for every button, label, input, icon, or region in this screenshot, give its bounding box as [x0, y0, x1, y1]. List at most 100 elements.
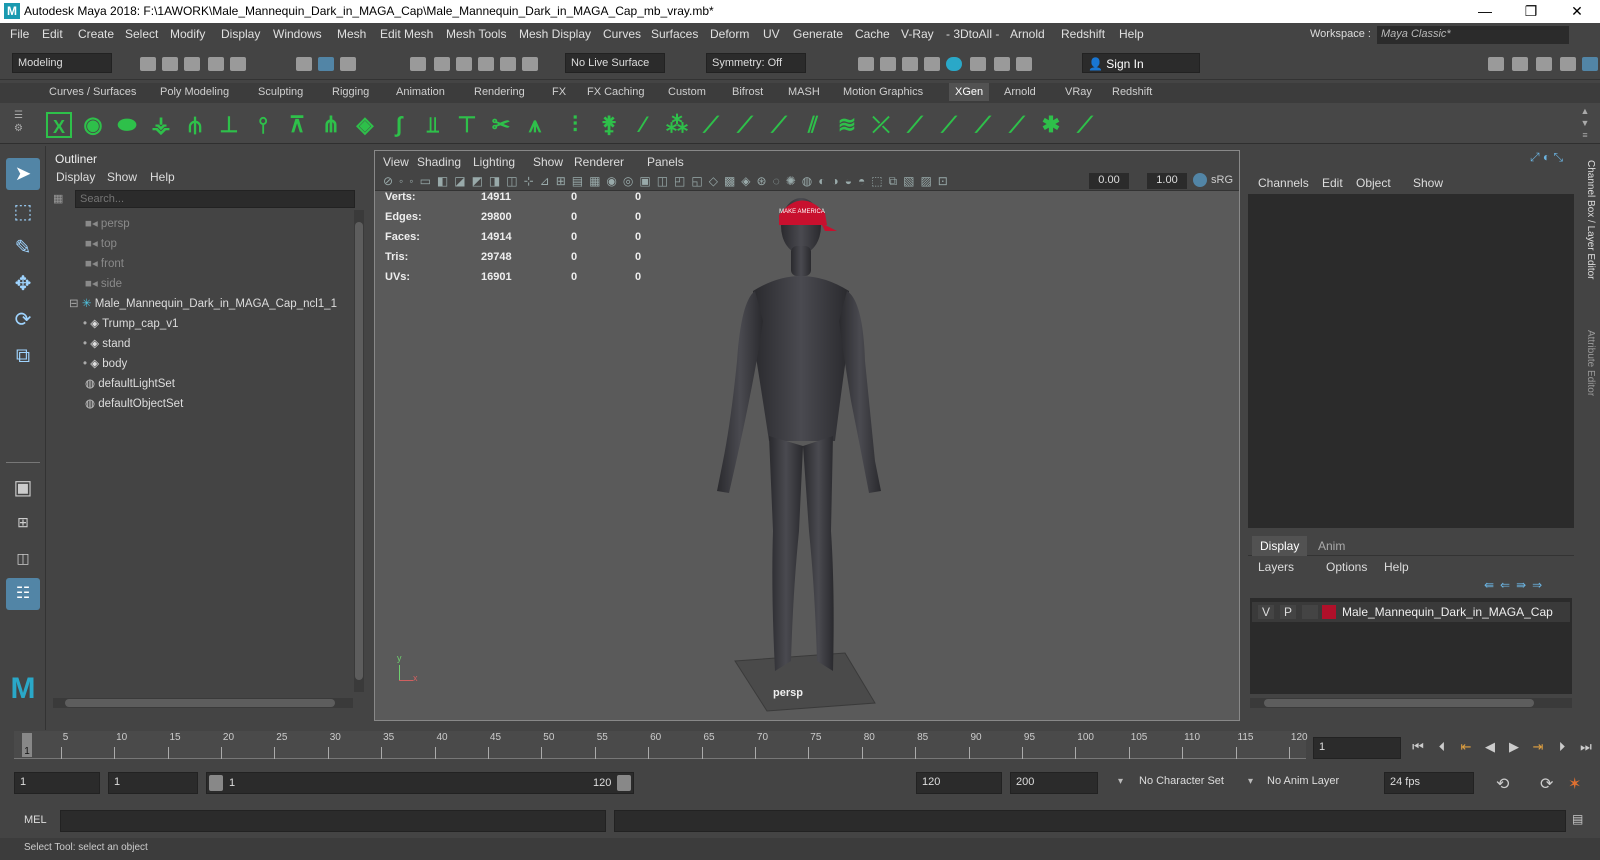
channels-menu-edit[interactable]: Edit	[1322, 176, 1343, 190]
xgen-brush-8-icon[interactable]: ⟋	[936, 112, 962, 138]
channels-menu-show[interactable]: Show	[1413, 176, 1443, 190]
xgen-brush-4-icon[interactable]: ⫽	[800, 112, 826, 138]
sign-in-button[interactable]: 👤 Sign In	[1082, 53, 1200, 73]
close-button[interactable]: ✕	[1554, 0, 1600, 23]
outliner-item-side[interactable]: ■◂ side	[85, 276, 122, 294]
layer-menu-help[interactable]: Help	[1384, 560, 1409, 574]
four-view-layout-icon[interactable]: ⊞	[6, 506, 40, 538]
outliner-search-input[interactable]	[75, 190, 355, 208]
go-to-end-icon[interactable]: ⏭	[1576, 737, 1596, 757]
menu-generate[interactable]: Generate	[793, 27, 843, 41]
animation-start-field[interactable]: 1	[14, 772, 100, 794]
mannequin-model[interactable]: MAKE AMERICA	[675, 191, 915, 719]
range-end-handle[interactable]	[617, 775, 631, 791]
layer-menu-layers[interactable]: Layers	[1258, 560, 1294, 574]
xgen-place-icon[interactable]: ⚵	[596, 112, 622, 138]
character-set-arrow-icon[interactable]: ▾	[1118, 776, 1123, 787]
xgen-brush-11-icon[interactable]: ✱	[1038, 112, 1064, 138]
range-bar[interactable]: 1 120	[206, 772, 634, 794]
script-editor-icon[interactable]: ▤	[1572, 812, 1588, 828]
colorspace-label[interactable]: sRG	[1211, 174, 1233, 186]
outliner-item-default-object-set[interactable]: ◍ defaultObjectSet	[85, 396, 183, 414]
xgen-place-guide-icon[interactable]: ⫛	[182, 112, 208, 138]
outliner-item-top[interactable]: ■◂ top	[85, 236, 117, 254]
channel-box-header-icons[interactable]: ⤢ ◐ ⤡	[1530, 150, 1570, 164]
outliner-item-stand[interactable]: • ◈ stand	[83, 336, 130, 354]
snap-point-icon[interactable]	[456, 57, 472, 71]
shelf-tab-animation[interactable]: Animation	[396, 86, 445, 98]
snap-curve-icon[interactable]	[434, 57, 450, 71]
live-surface-field[interactable]: No Live Surface	[565, 53, 665, 73]
outliner-menu-show[interactable]: Show	[107, 170, 137, 184]
select-by-component-icon[interactable]	[340, 57, 356, 71]
viewport-menu-renderer[interactable]: Renderer	[574, 155, 624, 169]
current-frame-field[interactable]: 1	[1313, 737, 1401, 759]
menu-edit[interactable]: Edit	[42, 27, 63, 41]
character-controls-icon[interactable]	[1512, 57, 1528, 71]
shelf-menu-icon[interactable]: ☰ ⚙	[14, 109, 32, 139]
ipr-render-icon[interactable]	[902, 57, 918, 71]
shelf-tab-arnold[interactable]: Arnold	[1004, 86, 1036, 98]
single-view-layout-icon[interactable]: ▣	[6, 472, 40, 504]
minimize-button[interactable]: —	[1462, 0, 1508, 23]
paint-select-tool-icon[interactable]: ✎	[6, 232, 40, 264]
redo-icon[interactable]	[230, 57, 246, 71]
character-set-dropdown[interactable]: No Character Set	[1134, 772, 1244, 794]
shelf-tab-fx-caching[interactable]: FX Caching	[587, 86, 644, 98]
menu-mesh-display[interactable]: Mesh Display	[519, 27, 591, 41]
shelf-tab-poly-modeling[interactable]: Poly Modeling	[160, 86, 229, 98]
outliner-filter-icon[interactable]: ▦	[53, 192, 69, 206]
xgen-preview-icon[interactable]: ◉	[80, 112, 106, 138]
xgen-bend-icon[interactable]: ∫	[386, 112, 412, 138]
anim-layer-dropdown[interactable]: No Anim Layer	[1262, 772, 1372, 794]
auto-key-icon[interactable]: ⟳	[1540, 774, 1553, 794]
layer-name[interactable]: Male_Mannequin_Dark_in_MAGA_Cap	[1342, 605, 1553, 619]
xgen-lock-icon[interactable]: ⊼	[284, 112, 310, 138]
layer-display-type[interactable]	[1302, 605, 1318, 619]
menu-help[interactable]: Help	[1119, 27, 1144, 41]
shelf-tab-mash[interactable]: MASH	[788, 86, 820, 98]
menu-arnold[interactable]: Arnold	[1010, 27, 1045, 41]
modeling-toolkit-icon[interactable]	[1488, 57, 1504, 71]
shelf-tab-bifrost[interactable]: Bifrost	[732, 86, 763, 98]
time-slider[interactable]: 1 5 10 15 20 25 30 35 40 45 50 55 60 65 70 75 80 85 90 95 1…	[0, 731, 1600, 767]
save-scene-icon[interactable]	[184, 57, 200, 71]
channels-menu-channels[interactable]: Channels	[1258, 176, 1309, 190]
menu-select[interactable]: Select	[125, 27, 158, 41]
outliner-item-body[interactable]: • ◈ body	[83, 356, 127, 374]
menu-create[interactable]: Create	[78, 27, 114, 41]
xgen-cut-icon[interactable]: ✂	[488, 112, 514, 138]
layer-visibility-toggle[interactable]: V	[1258, 605, 1274, 619]
snap-grid-icon[interactable]	[410, 57, 426, 71]
xgen-split-icon[interactable]: ⋔	[318, 112, 344, 138]
shelf-tab-rendering[interactable]: Rendering	[474, 86, 525, 98]
playback-start-field[interactable]: 1	[108, 772, 198, 794]
xgen-add-icon[interactable]: ⊥	[216, 112, 242, 138]
move-tool-icon[interactable]: ✥	[6, 268, 40, 300]
xgen-attract-icon[interactable]: ⩚	[522, 112, 548, 138]
render-view-icon[interactable]	[880, 57, 896, 71]
collapse-icon[interactable]: ⊟	[69, 298, 82, 310]
loop-icon[interactable]: ⟲	[1496, 774, 1509, 794]
shelf-tab-fx[interactable]: FX	[552, 86, 566, 98]
render-settings-icon[interactable]	[924, 57, 940, 71]
snap-pivot-icon[interactable]	[522, 57, 538, 71]
menu-modify[interactable]: Modify	[170, 27, 205, 41]
menu-deform[interactable]: Deform	[710, 27, 749, 41]
step-back-key-icon[interactable]: ⇤	[1456, 737, 1476, 757]
xgen-leaf-icon[interactable]: ⬬	[114, 112, 140, 138]
xgen-brush-9-icon[interactable]: ⟋	[970, 112, 996, 138]
layer-menu-options[interactable]: Options	[1326, 560, 1367, 574]
menu-vray[interactable]: V-Ray	[901, 27, 934, 41]
range-start-handle[interactable]	[209, 775, 223, 791]
vray-render-icon[interactable]	[970, 57, 986, 71]
xgen-brush-3-icon[interactable]: ⟋	[766, 112, 792, 138]
outliner-item-front[interactable]: ■◂ front	[85, 256, 124, 274]
channel-box-toggle-icon[interactable]	[1582, 57, 1598, 71]
attribute-editor-side-tab[interactable]: Attribute Editor	[1582, 330, 1596, 430]
gamma-field[interactable]: 1.00	[1147, 173, 1187, 189]
outliner-layout-icon[interactable]: ☷	[6, 578, 40, 610]
viewport-menu-shading[interactable]: Shading	[417, 155, 461, 169]
fps-dropdown[interactable]: 24 fps	[1384, 772, 1474, 794]
viewport-menu-show[interactable]: Show	[533, 155, 563, 169]
